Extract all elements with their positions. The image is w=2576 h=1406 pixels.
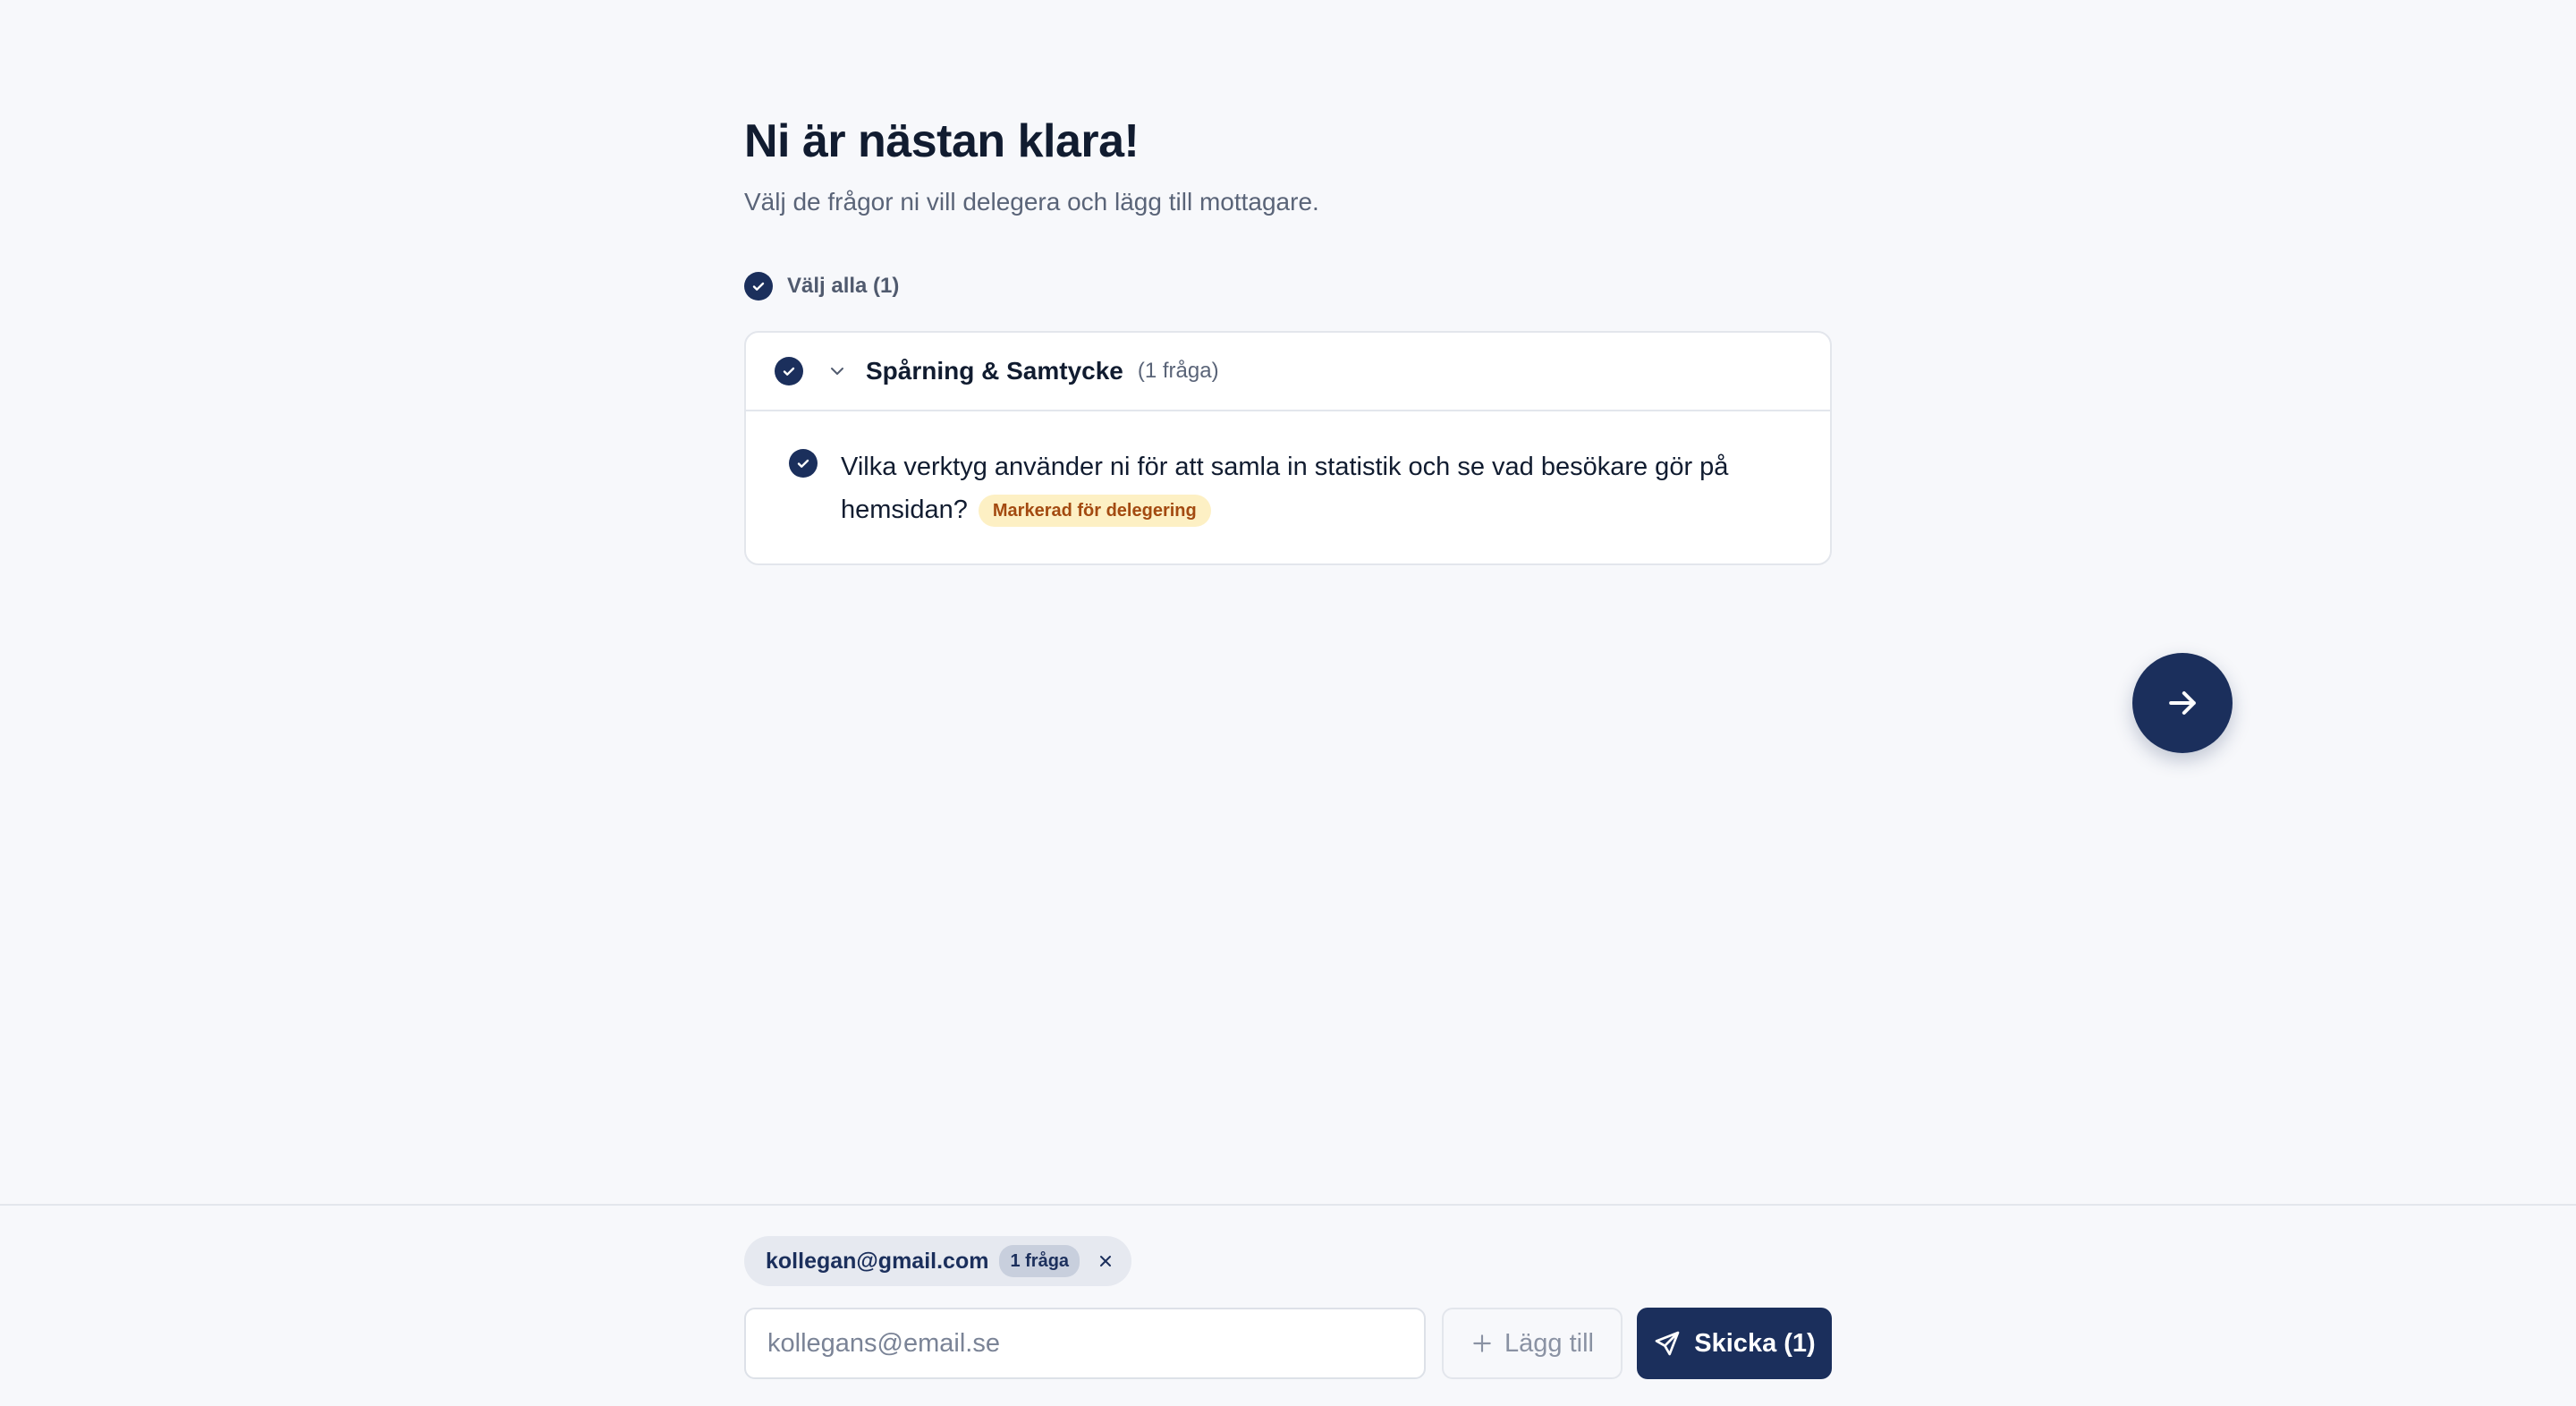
recipient-question-count: 1 fråga [999,1245,1080,1277]
check-icon [797,459,809,468]
page-title: Ni är nästan klara! [744,115,1140,167]
send-icon [1655,1331,1680,1356]
question-row[interactable]: Vilka verktyg använder ni för att samla … [746,411,1830,563]
category-title: Spårning & Samtycke [866,357,1123,385]
question-text-wrap: Vilka verktyg använder ni för att samla … [841,445,1801,531]
send-button[interactable]: Skicka (1) [1637,1308,1832,1379]
page-subtitle: Välj de frågor ni vill delegera och lägg… [744,188,1319,216]
question-checkbox[interactable] [789,449,818,478]
category-checkbox[interactable] [775,357,803,385]
main-content: Ni är nästan klara! Välj de frågor ni vi… [744,113,1832,565]
arrow-right-icon [2169,690,2196,716]
recipient-chip: kollegan@gmail.com 1 fråga [744,1236,1132,1286]
next-button[interactable] [2132,653,2233,753]
question-category-card: Spårning & Samtycke (1 fråga) Vilka verk… [744,331,1832,565]
category-header[interactable]: Spårning & Samtycke (1 fråga) [746,333,1830,411]
delegation-badge: Markerad för delegering [978,495,1211,528]
recipient-email: kollegan@gmail.com [766,1248,989,1274]
check-icon [783,367,795,376]
question-text: Vilka verktyg använder ni för att samla … [841,453,1729,524]
close-icon[interactable] [1096,1251,1115,1271]
chevron-down-icon[interactable] [826,360,848,382]
select-all-toggle[interactable]: Välj alla (1) [744,268,1832,304]
email-field[interactable] [744,1308,1426,1379]
add-recipient-label: Lägg till [1504,1328,1594,1358]
category-question-count: (1 fråga) [1137,359,1219,383]
recipient-bar: kollegan@gmail.com 1 fråga Lägg till Ski… [0,1204,2576,1406]
send-label: Skicka (1) [1694,1328,1816,1358]
plus-icon [1473,1334,1491,1352]
select-all-checkbox[interactable] [744,272,773,301]
check-icon [752,282,765,291]
page: Ni är nästan klara! Välj de frågor ni vi… [0,0,2576,1406]
select-all-label: Välj alla (1) [787,274,900,298]
add-recipient-button[interactable]: Lägg till [1442,1308,1623,1379]
